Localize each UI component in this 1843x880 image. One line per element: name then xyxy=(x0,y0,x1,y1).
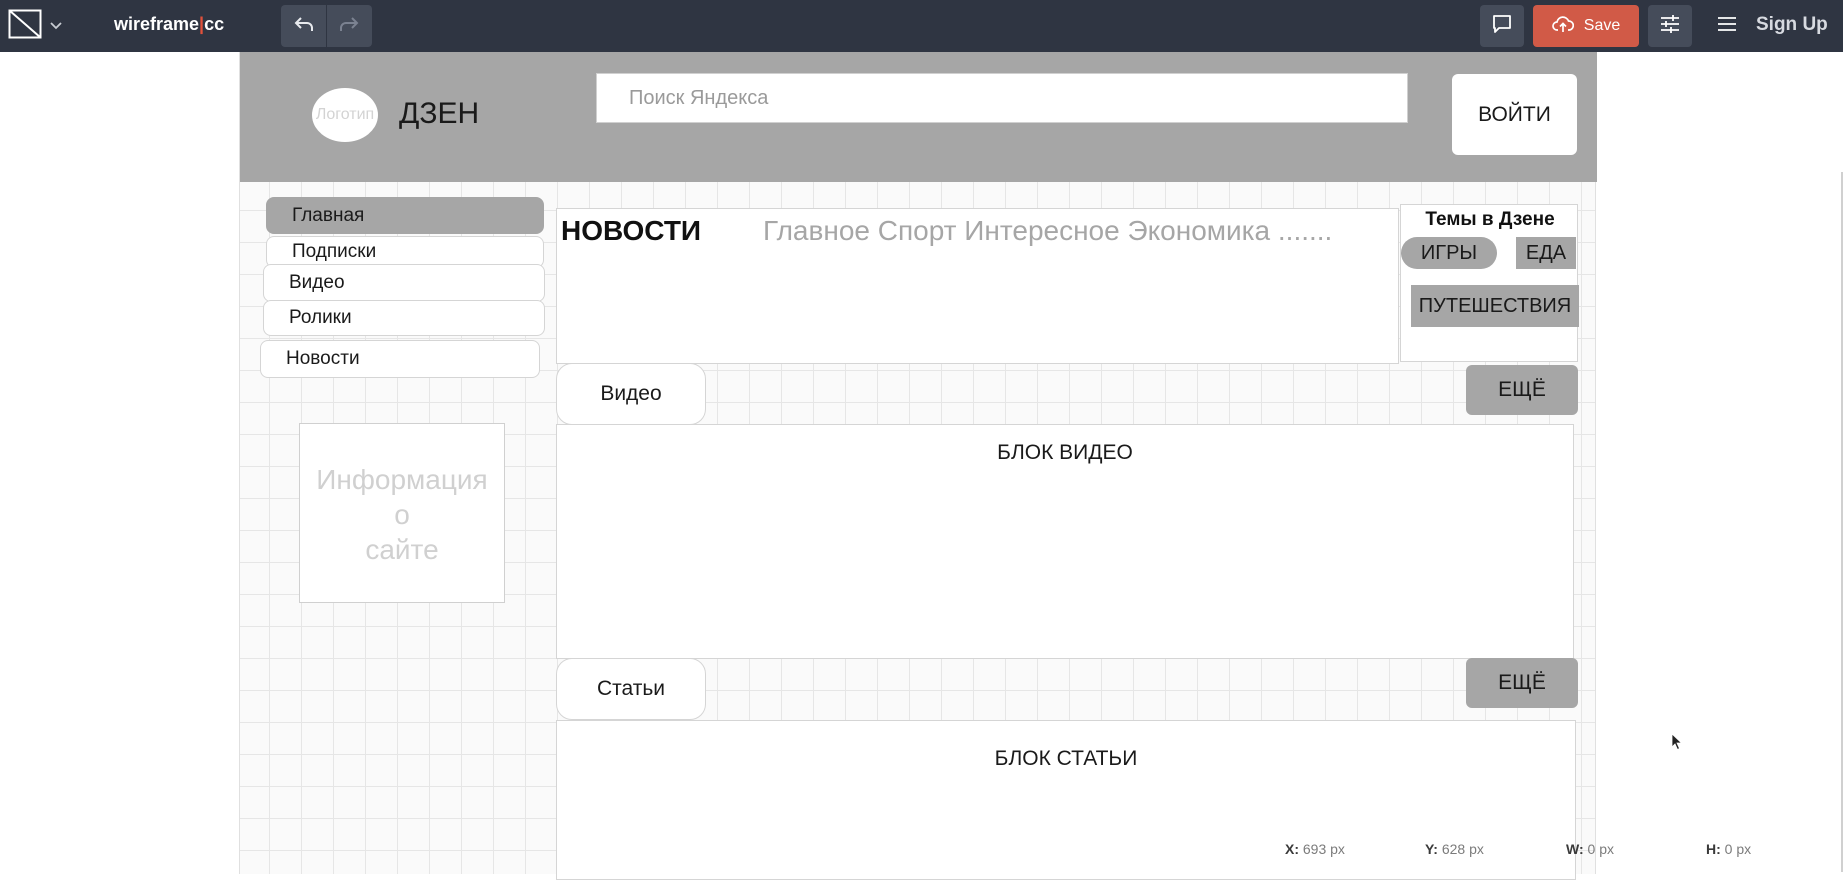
save-button[interactable]: Save xyxy=(1533,5,1639,47)
main-menu-button[interactable] xyxy=(1710,5,1744,47)
readout-h-label: H: xyxy=(1706,841,1721,857)
readout-y: Y: 628 px xyxy=(1425,841,1484,857)
video-block-label: БЛОК ВИДЕО xyxy=(997,441,1133,464)
readout-w: W: 0 px xyxy=(1566,841,1614,857)
theme-chip-travel[interactable]: ПУТЕШЕСТВИЯ xyxy=(1411,285,1579,327)
readout-w-label: W: xyxy=(1566,841,1584,857)
video-block[interactable]: БЛОК ВИДЕО xyxy=(556,424,1574,659)
sidebar-item-video[interactable]: Видео xyxy=(263,264,545,302)
redo-button[interactable] xyxy=(326,5,371,47)
readout-h-value: 0 px xyxy=(1724,841,1752,857)
themes-block[interactable]: Темы в Дзене ИГРЫ ЕДА ПУТЕШЕСТВИЯ xyxy=(1400,204,1579,362)
history-controls xyxy=(281,5,372,47)
site-info-box[interactable]: Информация о сайте xyxy=(299,423,505,603)
video-more-button[interactable]: ЕЩЁ xyxy=(1466,365,1578,415)
wireframe-header[interactable]: Логотип ДЗЕН Поиск Яндекса ВОЙТИ xyxy=(240,52,1597,182)
site-title[interactable]: ДЗЕН xyxy=(399,97,479,131)
articles-section-pill[interactable]: Статьи xyxy=(556,658,706,720)
wireframe-page[interactable]: Логотип ДЗЕН Поиск Яндекса ВОЙТИ Главная… xyxy=(239,52,1597,880)
news-title: НОВОСТИ xyxy=(561,215,702,246)
themes-title: Темы в Дзене xyxy=(1425,209,1555,230)
articles-more-button[interactable]: ЕЩЁ xyxy=(1466,658,1578,708)
brand-right: cc xyxy=(204,14,225,34)
info-line: Информация xyxy=(316,464,488,495)
undo-button[interactable] xyxy=(281,5,326,47)
brand-left: wireframe xyxy=(114,14,200,34)
settings-button[interactable] xyxy=(1648,5,1692,47)
news-block[interactable]: НОВОСТИ Главное Спорт Интересное Экономи… xyxy=(556,208,1399,364)
cloud-upload-icon xyxy=(1551,15,1574,38)
logo-placeholder[interactable]: Логотип xyxy=(312,88,378,142)
hamburger-icon xyxy=(1717,16,1737,37)
app-toolbar: wireframe|cc Save Sign Up xyxy=(0,0,1843,52)
comment-icon xyxy=(1492,14,1512,39)
sliders-icon xyxy=(1659,14,1681,39)
readout-x: X: 693 px xyxy=(1285,841,1345,857)
readout-x-value: 693 px xyxy=(1302,841,1345,857)
sidebar-item-shorts[interactable]: Ролики xyxy=(263,300,545,336)
articles-block-label: БЛОК СТАТЬИ xyxy=(994,747,1138,770)
app-brand: wireframe|cc xyxy=(114,14,224,35)
news-categories[interactable]: Главное Спорт Интересное Экономика .....… xyxy=(763,215,1332,247)
save-button-label: Save xyxy=(1583,17,1621,34)
undo-arrow-icon xyxy=(293,15,315,38)
info-line: о xyxy=(394,499,410,530)
readout-y-label: Y: xyxy=(1425,841,1438,857)
readout-x-label: X: xyxy=(1285,841,1299,857)
readout-y-value: 628 px xyxy=(1441,841,1484,857)
info-line: сайте xyxy=(365,534,439,565)
redo-arrow-icon xyxy=(338,15,360,38)
readout-w-value: 0 px xyxy=(1587,841,1614,857)
diagonal-square-icon xyxy=(8,9,42,44)
app-logo-menu[interactable] xyxy=(8,9,68,43)
readout-h: H: 0 px xyxy=(1706,841,1751,857)
sidebar-item-news[interactable]: Новости xyxy=(260,340,540,378)
video-section-pill[interactable]: Видео xyxy=(556,363,706,425)
comment-button[interactable] xyxy=(1480,5,1524,47)
editor-canvas[interactable]: Логотип ДЗЕН Поиск Яндекса ВОЙТИ Главная… xyxy=(0,52,1843,880)
theme-chip-food[interactable]: ЕДА xyxy=(1516,237,1576,269)
chevron-down-icon xyxy=(50,17,62,35)
search-input[interactable]: Поиск Яндекса xyxy=(596,73,1408,123)
sidebar-item-main[interactable]: Главная xyxy=(266,197,544,234)
mouse-cursor-icon xyxy=(1671,733,1683,756)
theme-chip-games[interactable]: ИГРЫ xyxy=(1401,237,1497,269)
articles-block[interactable]: БЛОК СТАТЬИ xyxy=(556,720,1576,880)
login-button[interactable]: ВОЙТИ xyxy=(1452,74,1577,155)
sign-up-link[interactable]: Sign Up xyxy=(1756,14,1828,36)
